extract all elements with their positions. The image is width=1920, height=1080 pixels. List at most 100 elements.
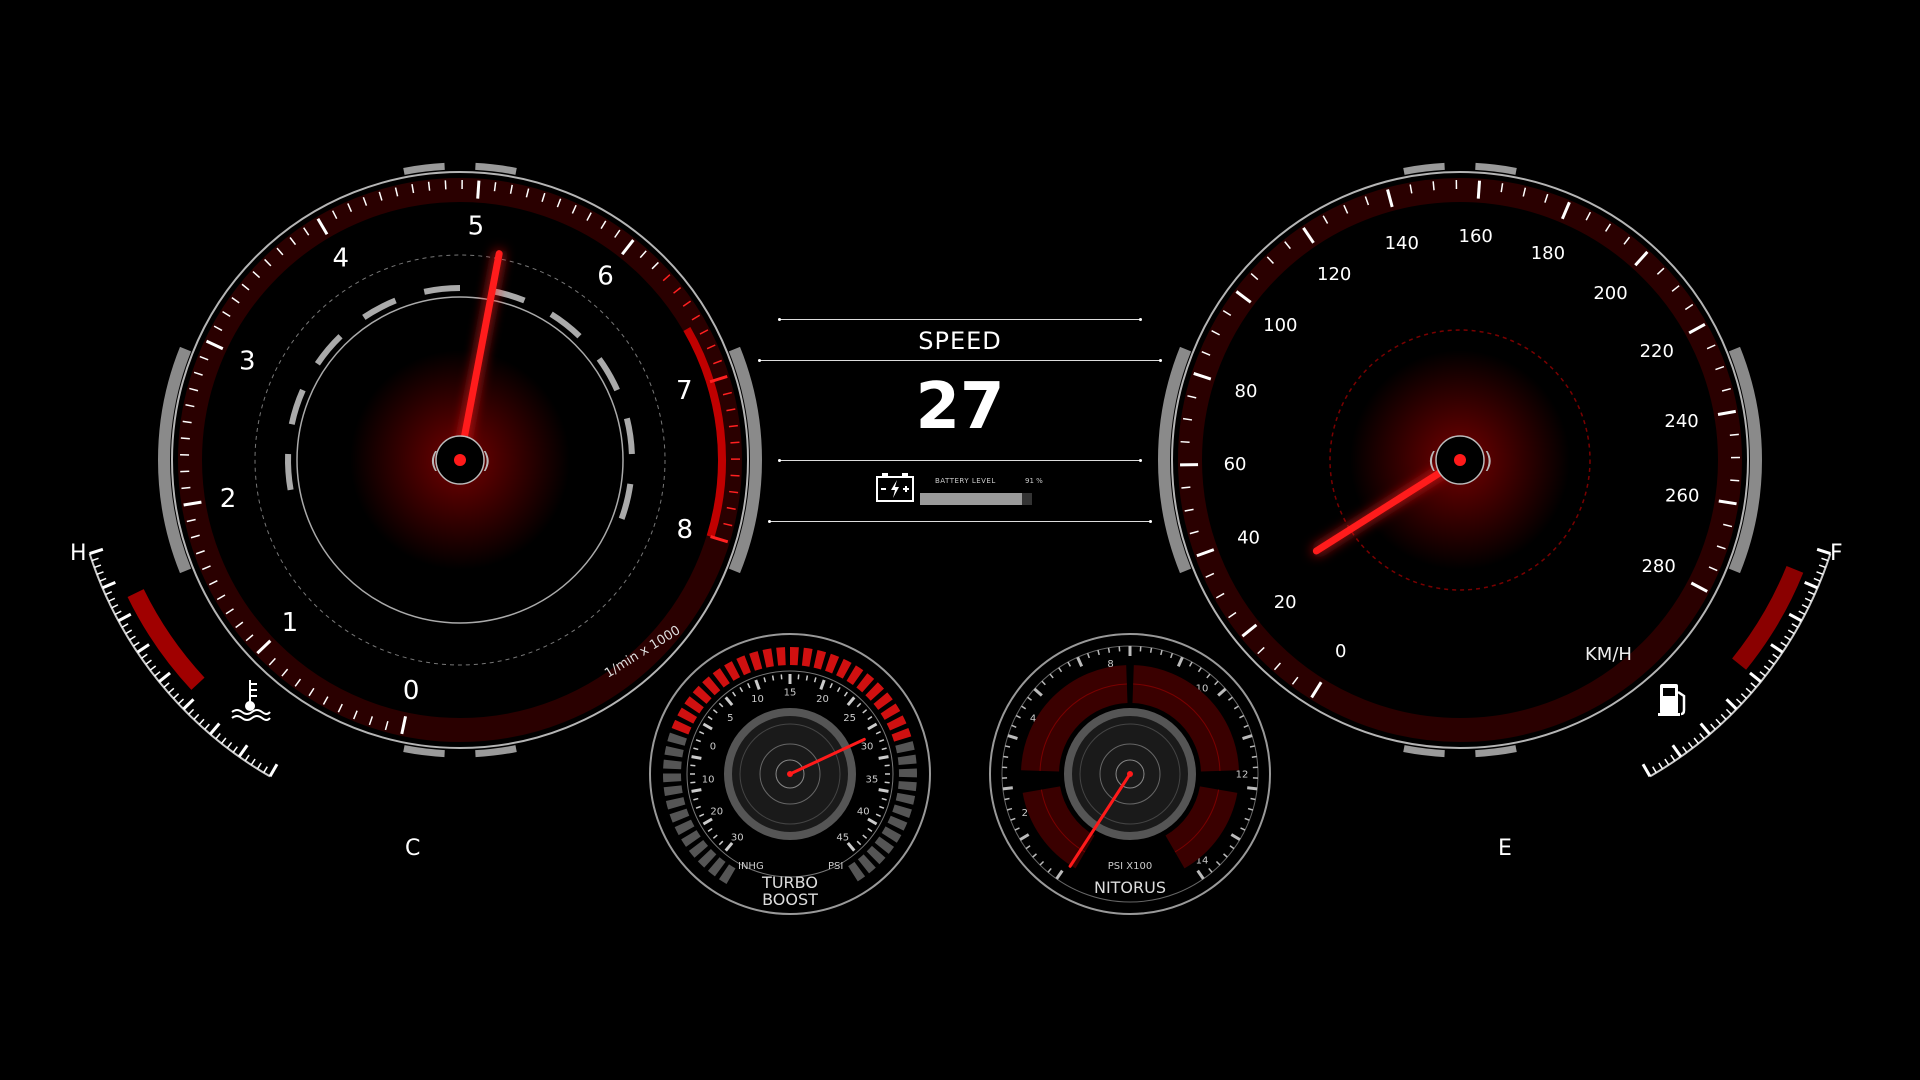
speedometer-tick-label: 120 — [1317, 264, 1351, 285]
speed-label: SPEED — [918, 327, 1002, 355]
turbo-boost-tick — [691, 788, 702, 793]
speedometer-tick-label: 40 — [1237, 527, 1260, 548]
temperature-tick — [168, 687, 175, 694]
turbo-boost-segment — [887, 815, 908, 831]
nitrous-tick — [1242, 734, 1253, 740]
temperature-tick — [220, 737, 227, 744]
temperature-tick — [117, 612, 132, 623]
turbo-boost-segment — [665, 797, 686, 810]
fuel-tick — [1821, 557, 1829, 562]
turbo-boost-segment — [712, 668, 730, 688]
svg-text:(: ( — [1428, 449, 1437, 474]
nitrous-tick — [1027, 696, 1033, 701]
tachometer-tick-label: 5 — [468, 212, 485, 242]
turbo-boost-segment — [674, 819, 695, 836]
turbo-boost-tick-label: 20 — [710, 806, 723, 817]
dashboard-cluster: 012345678 1/min x 1000 ( ) 0204060801001… — [70, 162, 1843, 915]
battery-level-bar — [920, 493, 1032, 505]
temperature-cold-label: C — [405, 836, 420, 861]
turbo-boost-segment — [669, 808, 690, 823]
speedometer-tick-label: 260 — [1665, 485, 1699, 506]
tachometer-tick — [476, 180, 481, 199]
fuel-gauge: F E — [1498, 541, 1843, 861]
speedometer-tick-label: 140 — [1385, 233, 1419, 254]
speedometer-tick — [1181, 486, 1191, 489]
temperature-tick — [132, 641, 140, 647]
nitrous-tick-label: 12 — [1236, 770, 1249, 781]
turbo-boost-tick — [878, 788, 889, 793]
temperature-tick — [154, 671, 161, 677]
turbo-boost-tick-label: 20 — [816, 694, 829, 705]
turbo-boost-tick-label: 5 — [727, 713, 733, 724]
temperature-tick — [263, 766, 268, 774]
nitrous-tick — [1011, 724, 1017, 728]
tachometer-tick — [427, 181, 431, 191]
turbo-boost-tick — [878, 755, 889, 760]
speedometer-unit-label: KM/H — [1585, 644, 1632, 665]
fuel-tick — [1693, 737, 1700, 744]
turbo-boost-segment — [836, 658, 852, 679]
nitrous-tick — [1197, 667, 1202, 673]
turbo-boost-segment — [897, 754, 917, 766]
turbo-boost-tick — [771, 675, 775, 681]
nitrous-tick — [1176, 656, 1184, 667]
fuel-tick — [1720, 713, 1727, 720]
tachometer-tick — [729, 490, 739, 494]
nitrous-tick — [1244, 817, 1250, 821]
nitrous-tick — [1249, 745, 1256, 748]
fuel-tick — [1749, 671, 1762, 683]
turbo-boost-segment — [702, 676, 721, 696]
battery-icon — [876, 473, 914, 502]
temperature-tick — [111, 604, 119, 609]
speedometer-tick-label: 280 — [1641, 556, 1675, 577]
nitrous-tick — [1239, 714, 1245, 719]
svg-text:): ) — [1484, 449, 1493, 474]
fuel-tick — [1770, 643, 1784, 654]
tachometer-tick-label: 3 — [239, 346, 256, 376]
nitrous-tick — [1003, 755, 1009, 758]
speedometer-tick-label: 100 — [1263, 315, 1297, 336]
temperature-tick — [141, 653, 148, 659]
nitrous-tick — [1230, 833, 1241, 841]
turbo-boost-segment — [718, 864, 736, 884]
turbo-boost-segment — [895, 792, 916, 805]
speedometer-tick-label: 60 — [1224, 454, 1247, 475]
fuel-tick — [1804, 580, 1819, 590]
turbo-boost-tick-label: 30 — [731, 832, 744, 843]
nitrous-tick — [1002, 786, 1013, 791]
speedometer-tick-label: 20 — [1274, 592, 1297, 613]
fuel-tick — [1658, 762, 1664, 770]
turbo-boost-pressure-unit: PSI — [828, 861, 843, 872]
speedometer-tick-label: 0 — [1335, 641, 1346, 662]
temperature-level-bar — [127, 589, 205, 690]
turbo-boost-segment — [664, 745, 684, 758]
temperature-tick — [226, 741, 233, 749]
turbo-boost-segment — [897, 781, 917, 792]
fuel-tick — [1788, 612, 1803, 623]
center-info-panel: SPEED 27 BATTERY LEVEL 91 % — [758, 310, 1162, 530]
temperature-tick — [89, 547, 104, 556]
nitrous-tick — [1250, 797, 1256, 801]
svg-text:): ) — [482, 449, 491, 474]
speedometer-tick-label: 80 — [1235, 381, 1258, 402]
turbo-boost-segment — [663, 785, 683, 797]
turbo-boost-segment — [856, 673, 875, 693]
turbo-boost-segment — [724, 661, 741, 681]
turbo-boost-tick-label: 45 — [836, 832, 849, 843]
turbo-boost-tick-label: 35 — [865, 774, 878, 785]
fuel-tick — [1768, 659, 1775, 665]
fuel-tick — [1787, 629, 1795, 635]
fuel-tick — [1671, 744, 1683, 758]
tachometer-tick — [730, 474, 740, 477]
turbo-boost-tick-label: 30 — [861, 741, 874, 752]
fuel-tick — [1780, 641, 1788, 647]
speedometer-tick-label: 180 — [1531, 243, 1565, 264]
temperature-tick — [94, 564, 102, 569]
nitrous-gauge: 248101214 PSI X100 NITORUS — [989, 633, 1271, 915]
tachometer-tick-label: 7 — [676, 376, 693, 406]
speedometer-tick — [1730, 479, 1740, 482]
turbo-boost-segment — [813, 650, 827, 670]
fuel-tick — [1725, 708, 1732, 715]
temperature-tick — [129, 635, 136, 641]
fuel-tick — [1687, 741, 1694, 749]
